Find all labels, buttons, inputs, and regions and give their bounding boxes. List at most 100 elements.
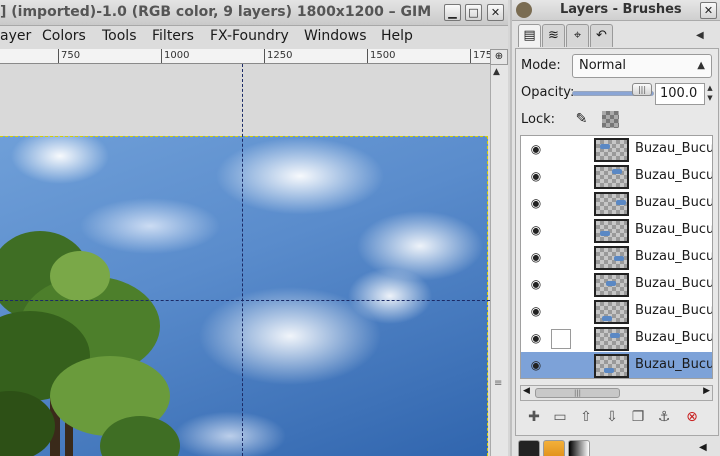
tab-paths-icon[interactable]: ⌖ [566, 24, 589, 47]
visibility-eye-icon[interactable]: ◉ [529, 142, 543, 156]
new-layer-group-icon[interactable]: ▭ [550, 407, 570, 427]
image-window-titlebar[interactable]: ] (imported)-1.0 (RGB color, 9 layers) 1… [0, 0, 508, 26]
opacity-slider-handle[interactable]: ||| [632, 83, 652, 96]
tab-patterns-icon[interactable] [543, 440, 565, 456]
layer-row[interactable]: ◉ Buzau_Bucuresti [521, 136, 712, 163]
ruler-label: 1000 [164, 50, 190, 61]
visibility-eye-icon[interactable]: ◉ [529, 223, 543, 237]
canvas-area[interactable] [0, 64, 490, 456]
layer-thumbnail[interactable] [594, 165, 629, 189]
layers-dock: Layers - Brushes ✕ ▤ ≋ ⌖ ↶ ◀ Mode: Norma… [510, 0, 720, 456]
layer-name[interactable]: Buzau_Bucuresti [635, 195, 712, 210]
layer-name[interactable]: Buzau_Bucuresti [635, 330, 712, 345]
tab-channels-icon[interactable]: ≋ [542, 24, 565, 47]
thumbnail-content [616, 200, 626, 205]
anchor-layer-icon[interactable]: ⚓ [654, 407, 674, 427]
layer-name[interactable]: Buzau_Bucuresti [635, 303, 712, 318]
visibility-eye-icon[interactable]: ◉ [529, 331, 543, 345]
menu-layer[interactable]: ayer [0, 28, 31, 44]
layer-thumbnail[interactable] [594, 327, 629, 351]
visibility-eye-icon[interactable]: ◉ [529, 250, 543, 264]
layer-name[interactable]: Buzau_Bucuresti [635, 276, 712, 291]
link-chain-toggle[interactable] [551, 275, 571, 295]
layer-name[interactable]: Buzau_Bucuresti [635, 141, 712, 156]
visibility-eye-icon[interactable]: ◉ [529, 277, 543, 291]
scroll-left-icon[interactable]: ◀ [523, 386, 530, 396]
link-chain-toggle[interactable] [551, 167, 571, 187]
vertical-guide[interactable] [242, 64, 243, 456]
lock-pixels-brush-icon[interactable]: ✎ [573, 111, 590, 128]
menu-windows[interactable]: Windows [304, 28, 367, 44]
vertical-scrollbar[interactable]: ▲ ≡ [490, 65, 508, 456]
dock-titlebar[interactable]: Layers - Brushes ✕ [512, 0, 720, 21]
layer-row[interactable]: ◉ Buzau_Bucuresti [521, 217, 712, 244]
dock-close-button[interactable]: ✕ [700, 2, 717, 19]
menu-filters[interactable]: Filters [152, 28, 194, 44]
link-chain-toggle[interactable] [551, 329, 571, 349]
new-layer-icon[interactable]: ✚ [524, 407, 544, 427]
lower-layer-icon[interactable]: ⇩ [602, 407, 622, 427]
layer-row[interactable]: ◉ Buzau_Bucuresti [521, 190, 712, 217]
tab-undo-icon[interactable]: ↶ [590, 24, 613, 47]
layer-row[interactable]: ◉ Buzau_Bucuresti [521, 163, 712, 190]
bottom-tab-menu-icon[interactable]: ◀ [699, 442, 707, 453]
tab-layers-icon[interactable]: ▤ [518, 24, 541, 47]
layer-row[interactable]: ◉ Buzau_Bucuresti [521, 271, 712, 298]
layer-thumbnail[interactable] [594, 273, 629, 297]
menu-colors[interactable]: Colors [42, 28, 86, 44]
ruler-label: 1500 [370, 50, 396, 61]
horizontal-guide[interactable] [0, 300, 490, 301]
delete-layer-icon[interactable]: ⊗ [682, 407, 702, 427]
ruler-tick [470, 49, 471, 63]
duplicate-layer-icon[interactable]: ❐ [628, 407, 648, 427]
layer-thumbnail[interactable] [594, 138, 629, 162]
link-chain-toggle[interactable] [551, 221, 571, 241]
menu-fx-foundry[interactable]: FX-Foundry [210, 28, 289, 44]
mode-select[interactable]: Normal ▲▼ [572, 54, 712, 93]
layer-thumbnail[interactable] [594, 354, 629, 378]
tab-gradients-icon[interactable] [568, 440, 590, 456]
layer-name[interactable]: Buzau_Bucuresti [635, 222, 712, 237]
layer-row[interactable]: ◉ Buzau_Bucuresti [521, 298, 712, 325]
maximize-button[interactable]: □ [465, 4, 482, 21]
link-chain-toggle[interactable] [551, 356, 571, 376]
menu-help[interactable]: Help [381, 28, 413, 44]
layer-row[interactable]: ◉ Buzau_Bucuresti [521, 352, 712, 378]
visibility-eye-icon[interactable]: ◉ [529, 169, 543, 183]
menu-tools[interactable]: Tools [102, 28, 137, 44]
layer-thumbnail[interactable] [594, 246, 629, 270]
layer-name[interactable]: Buzau_Bucuresti [635, 357, 712, 372]
horizontal-ruler[interactable]: 750 1000 1250 1500 175 [0, 49, 490, 64]
link-chain-toggle[interactable] [551, 302, 571, 322]
opacity-spin-icon[interactable]: ▲ ▼ [705, 83, 715, 105]
layer-list-hscrollbar[interactable]: ◀ ||| ▶ [520, 385, 713, 401]
raise-layer-icon[interactable]: ⇧ [576, 407, 596, 427]
visibility-eye-icon[interactable]: ◉ [529, 304, 543, 318]
visibility-eye-icon[interactable]: ◉ [529, 196, 543, 210]
mode-value: Normal [579, 58, 627, 73]
layers-panel: Mode: Normal ▲▼ Opacity: ||| 100.0 ▲▼ Lo… [515, 48, 719, 436]
visibility-eye-icon[interactable]: ◉ [529, 358, 543, 372]
scroll-thumb[interactable]: ||| [535, 388, 620, 398]
layer-name[interactable]: Buzau_Bucuresti [635, 168, 712, 183]
opacity-input[interactable]: 100.0 [655, 83, 705, 105]
tab-menu-icon[interactable]: ◀ [696, 30, 704, 41]
layer-list[interactable]: ◉ Buzau_Bucuresti ◉ Buzau_Bucuresti ◉ Buzau_B… [520, 135, 713, 379]
thumbnail-content [602, 316, 612, 321]
layer-name[interactable]: Buzau_Bucuresti [635, 249, 712, 264]
scroll-right-icon[interactable]: ▶ [703, 386, 710, 396]
navigate-icon[interactable]: ⊕ [490, 49, 508, 65]
scroll-up-icon[interactable]: ▲ [493, 67, 500, 77]
link-chain-toggle[interactable] [551, 248, 571, 268]
layer-row[interactable]: ◉ Buzau_Bucuresti [521, 244, 712, 271]
tab-brushes-icon[interactable] [518, 440, 540, 456]
minimize-button[interactable]: ▁ [444, 4, 461, 21]
link-chain-toggle[interactable] [551, 140, 571, 160]
lock-alpha-checker-icon[interactable] [602, 111, 619, 128]
layer-row[interactable]: ◉ Buzau_Bucuresti [521, 325, 712, 352]
layer-thumbnail[interactable] [594, 192, 629, 216]
layer-thumbnail[interactable] [594, 300, 629, 324]
close-button[interactable]: ✕ [487, 4, 504, 21]
link-chain-toggle[interactable] [551, 194, 571, 214]
layer-thumbnail[interactable] [594, 219, 629, 243]
